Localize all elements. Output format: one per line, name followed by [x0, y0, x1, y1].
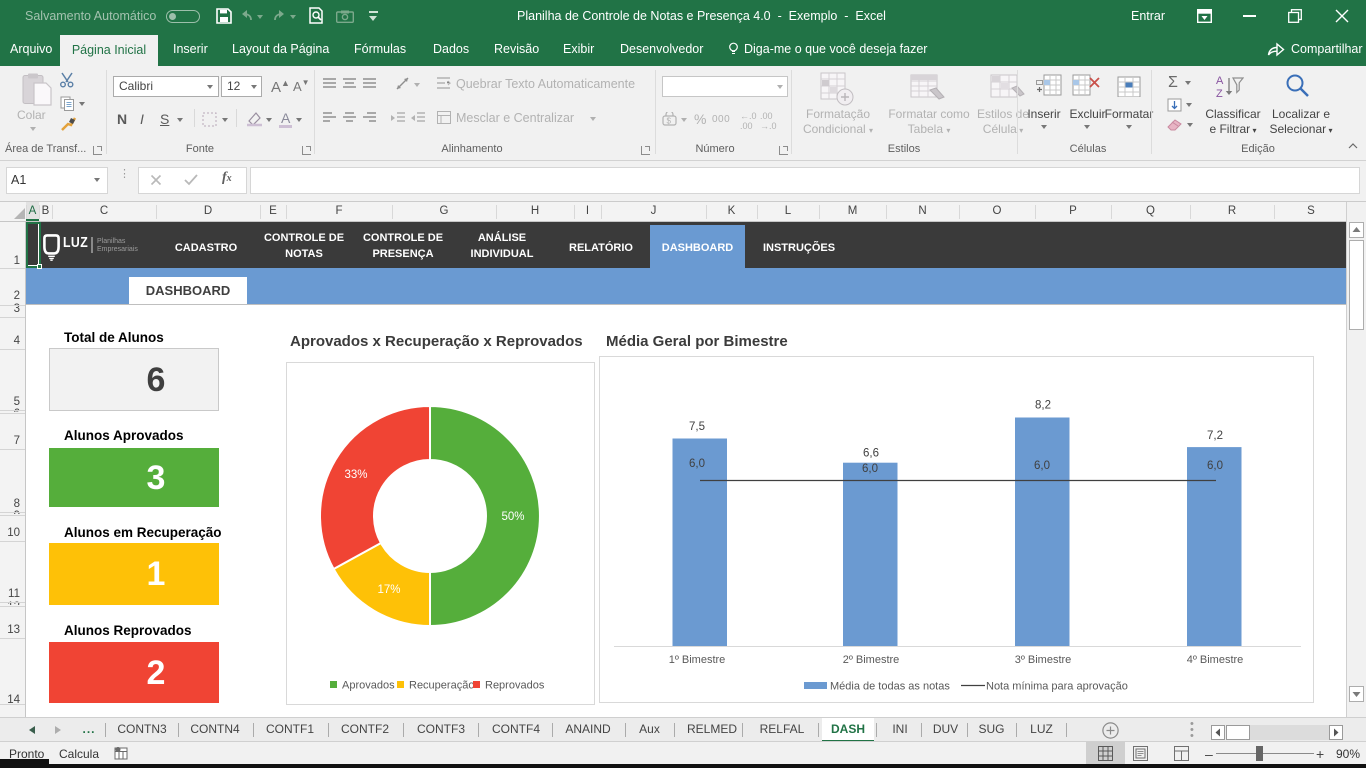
svg-text:7,5: 7,5: [689, 421, 705, 433]
svg-text:33%: 33%: [344, 469, 367, 481]
svg-text:6,0: 6,0: [1034, 460, 1050, 472]
svg-text:50%: 50%: [501, 511, 524, 523]
svg-text:Nota mínima para aprovação: Nota mínima para aprovação: [986, 681, 1128, 693]
svg-text:2º Bimestre: 2º Bimestre: [843, 654, 900, 666]
svg-text:8,2: 8,2: [1035, 400, 1051, 412]
svg-text:6,0: 6,0: [1207, 460, 1223, 472]
svg-text:A: A: [1216, 75, 1224, 87]
svg-text:1º Bimestre: 1º Bimestre: [669, 654, 726, 666]
svg-text:Reprovados: Reprovados: [485, 680, 545, 692]
svg-text:6,0: 6,0: [689, 458, 705, 470]
svg-text:Aprovados: Aprovados: [342, 680, 395, 692]
svg-text:4º Bimestre: 4º Bimestre: [1187, 654, 1244, 666]
svg-text:$: $: [667, 117, 672, 126]
svg-text:6,0: 6,0: [862, 463, 878, 475]
svg-text:17%: 17%: [377, 584, 400, 596]
svg-text:6,6: 6,6: [863, 448, 879, 460]
svg-text:7,2: 7,2: [1207, 430, 1223, 442]
svg-text:Z: Z: [1216, 88, 1223, 100]
svg-text:3º Bimestre: 3º Bimestre: [1015, 654, 1072, 666]
svg-text:Recuperação: Recuperação: [409, 680, 474, 692]
svg-text:Média de todas as notas: Média de todas as notas: [830, 681, 950, 693]
